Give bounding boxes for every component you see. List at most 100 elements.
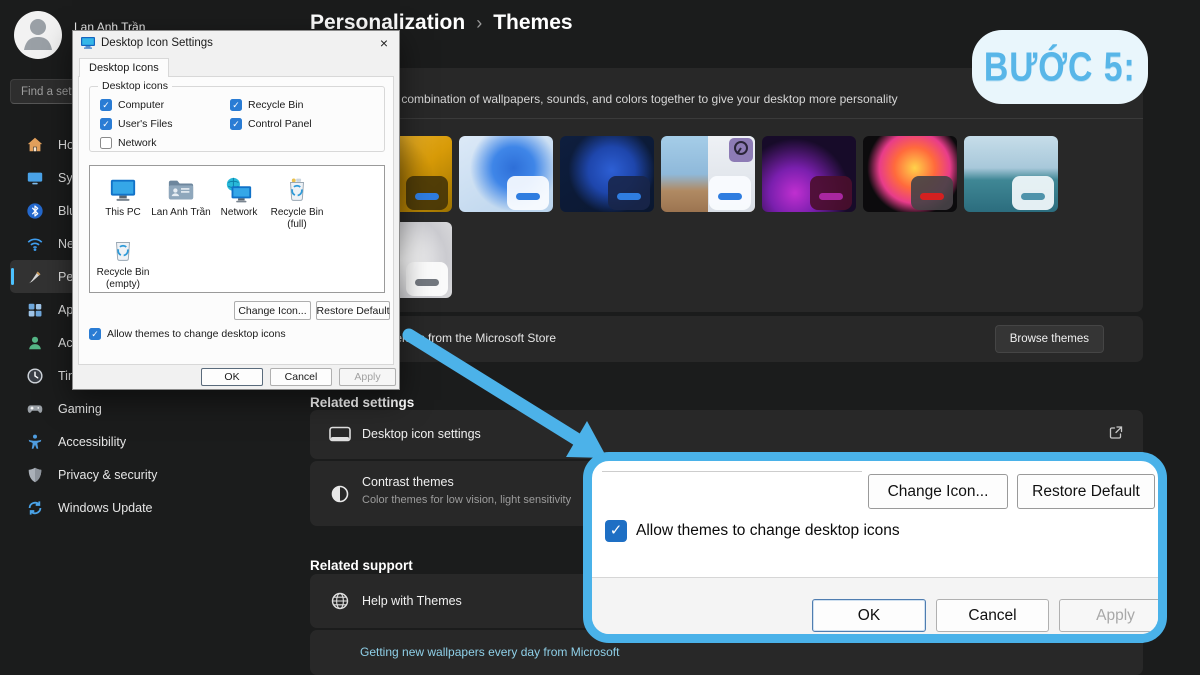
checkbox-checked-icon: ✓ bbox=[605, 520, 627, 542]
globe-icon bbox=[328, 591, 352, 611]
desktop-icon-settings-dialog: Desktop Icon Settings × Desktop Icons De… bbox=[72, 30, 400, 390]
checkbox-network[interactable]: Network bbox=[100, 134, 230, 152]
monitor-icon bbox=[328, 426, 352, 443]
theme-thumbnail-4[interactable] bbox=[661, 136, 755, 212]
callout-footer: OK Cancel Apply bbox=[592, 577, 1158, 634]
open-external-icon bbox=[1109, 425, 1123, 444]
browse-themes-button[interactable]: Browse themes bbox=[995, 325, 1104, 353]
theme-preview-card bbox=[507, 176, 549, 210]
recycle-bin-empty-icon bbox=[110, 234, 136, 264]
theme-thumbnail-5[interactable] bbox=[762, 136, 856, 212]
windows-settings-screen: Lan Anh Trần Find a setting HomeSystemBl… bbox=[0, 0, 1200, 675]
cancel-button-zoomed[interactable]: Cancel bbox=[936, 599, 1049, 632]
theme-thumbnail-6[interactable] bbox=[863, 136, 957, 212]
chevron-right-icon: › bbox=[476, 12, 482, 34]
desktop-icon-network[interactable]: Network bbox=[210, 171, 268, 231]
step-badge: BƯỚC 5: bbox=[972, 30, 1148, 104]
home-icon bbox=[26, 136, 44, 154]
help-with-themes-label: Help with Themes bbox=[362, 594, 462, 608]
sidebar-item-gaming[interactable]: Gaming bbox=[10, 392, 300, 425]
gaming-icon bbox=[26, 400, 44, 418]
desktop-icon-recycle-bin-full[interactable]: Recycle Bin(full) bbox=[268, 171, 326, 231]
network-pc-icon bbox=[224, 174, 254, 204]
sidebar-item-accessibility[interactable]: Accessibility bbox=[10, 425, 300, 458]
desktop-icon-recycle-bin-empty[interactable]: Recycle Bin(empty) bbox=[94, 231, 152, 291]
apply-button-zoomed[interactable]: Apply bbox=[1059, 599, 1167, 632]
breadcrumb-themes: Themes bbox=[493, 11, 572, 35]
this-pc-icon bbox=[108, 174, 138, 204]
system-icon bbox=[26, 169, 44, 187]
dialog-tab-page: Desktop icons ✓Computer✓User's FilesNetw… bbox=[78, 76, 394, 365]
divider bbox=[602, 471, 862, 472]
sidebar-item-windows-update[interactable]: Windows Update bbox=[10, 491, 300, 524]
allow-themes-label: Allow themes to change desktop icons bbox=[107, 328, 286, 340]
zoom-callout: Change Icon... Restore Default ✓ Allow t… bbox=[583, 452, 1167, 643]
theme-preview-card bbox=[608, 176, 650, 210]
apply-button[interactable]: Apply bbox=[339, 368, 396, 386]
divider bbox=[310, 118, 1143, 119]
time-icon bbox=[26, 367, 44, 385]
change-icon-button-zoomed[interactable]: Change Icon... bbox=[868, 474, 1008, 509]
network-icon bbox=[26, 235, 44, 253]
wallpapers-link[interactable]: Getting new wallpapers every day from Mi… bbox=[360, 645, 619, 659]
theme-thumbnail-3[interactable] bbox=[560, 136, 654, 212]
step-badge-text: BƯỚC 5: bbox=[984, 43, 1136, 90]
tab-desktop-icons[interactable]: Desktop Icons bbox=[79, 58, 169, 77]
personalization-icon bbox=[26, 268, 44, 286]
privacy-icon bbox=[26, 466, 44, 484]
allow-themes-checkbox[interactable]: ✓ Allow themes to change desktop icons bbox=[89, 328, 286, 340]
close-icon[interactable]: × bbox=[374, 33, 394, 52]
checkbox-control-panel[interactable]: ✓Control Panel bbox=[230, 115, 312, 133]
ok-button-zoomed[interactable]: OK bbox=[812, 599, 926, 632]
allow-themes-checkbox-zoomed[interactable]: ✓ Allow themes to change desktop icons bbox=[605, 520, 900, 542]
contrast-icon bbox=[328, 484, 352, 504]
allow-themes-label-zoomed: Allow themes to change desktop icons bbox=[636, 522, 900, 540]
theme-preview-card bbox=[1012, 176, 1054, 210]
theme-thumbnail-2[interactable] bbox=[459, 136, 553, 212]
current-theme-card: A theme is a combination of wallpapers, … bbox=[310, 68, 1143, 312]
theme-description: A theme is a combination of wallpapers, … bbox=[332, 92, 898, 106]
accounts-icon bbox=[26, 334, 44, 352]
app-tile-icon bbox=[729, 138, 753, 162]
checkbox-user-s-files[interactable]: ✓User's Files bbox=[100, 115, 230, 133]
icon-list-box: This PCLan Anh TrầnNetworkRecycle Bin(fu… bbox=[89, 165, 385, 293]
dialog-title: Desktop Icon Settings bbox=[101, 37, 213, 49]
checkbox-checked-icon: ✓ bbox=[230, 99, 242, 111]
checkbox-checked-icon: ✓ bbox=[100, 118, 112, 130]
theme-grid bbox=[358, 136, 1064, 298]
accessibility-icon bbox=[26, 433, 44, 451]
bluetooth-icon bbox=[26, 202, 44, 220]
desktop-icon-this-pc[interactable]: This PC bbox=[94, 171, 152, 231]
checkbox-checked-icon: ✓ bbox=[100, 99, 112, 111]
checkbox-unchecked-icon bbox=[100, 137, 112, 149]
checkbox-recycle-bin[interactable]: ✓Recycle Bin bbox=[230, 96, 312, 114]
desktop-icon-lan-anh-tr-n[interactable]: Lan Anh Trần bbox=[152, 171, 210, 231]
theme-preview-card bbox=[406, 176, 448, 210]
sidebar-item-privacy-security[interactable]: Privacy & security bbox=[10, 458, 300, 491]
desktop-icons-checkbox-grid: ✓Computer✓User's FilesNetwork ✓Recycle Bi… bbox=[100, 96, 312, 152]
restore-default-button-zoomed[interactable]: Restore Default bbox=[1017, 474, 1155, 509]
theme-preview-card bbox=[406, 262, 448, 296]
restore-default-button[interactable]: Restore Default bbox=[316, 301, 390, 320]
group-label: Desktop icons bbox=[98, 80, 172, 92]
person-icon bbox=[14, 11, 62, 59]
checkbox-computer[interactable]: ✓Computer bbox=[100, 96, 230, 114]
checkbox-checked-icon: ✓ bbox=[230, 118, 242, 130]
recycle-bin-full-icon bbox=[284, 174, 310, 204]
contrast-themes-subtitle: Color themes for low vision, light sensi… bbox=[362, 494, 571, 506]
avatar[interactable] bbox=[14, 11, 62, 59]
change-icon-button[interactable]: Change Icon... bbox=[234, 301, 311, 320]
checkbox-checked-icon: ✓ bbox=[89, 328, 101, 340]
user-folder-icon bbox=[166, 174, 196, 204]
ok-button[interactable]: OK bbox=[201, 368, 263, 386]
theme-preview-card bbox=[911, 176, 953, 210]
update-icon bbox=[26, 499, 44, 517]
cancel-button[interactable]: Cancel bbox=[270, 368, 332, 386]
related-support-heading: Related support bbox=[310, 558, 413, 573]
theme-preview-card bbox=[709, 176, 751, 210]
dialog-titlebar: Desktop Icon Settings × bbox=[73, 31, 399, 55]
theme-thumbnail-7[interactable] bbox=[964, 136, 1058, 212]
desktop-settings-app-icon bbox=[81, 37, 95, 49]
desktop-icons-group: Desktop icons ✓Computer✓User's FilesNetw… bbox=[89, 86, 385, 152]
apps-icon bbox=[26, 301, 44, 319]
